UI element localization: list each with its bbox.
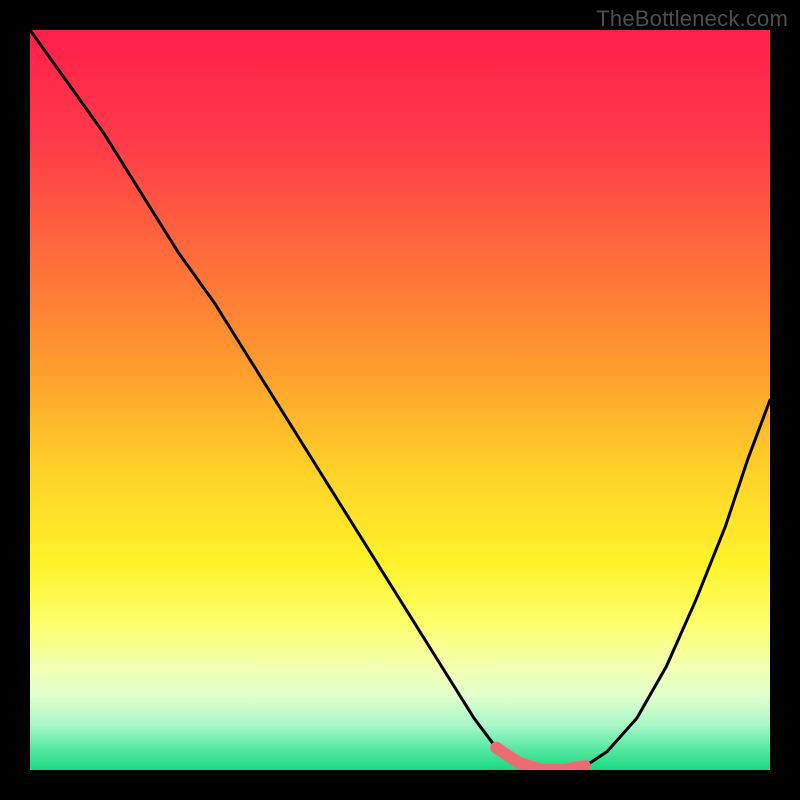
watermark-text: TheBottleneck.com <box>596 6 788 32</box>
chart-frame: TheBottleneck.com <box>0 0 800 800</box>
valley-highlight <box>496 748 585 770</box>
bottleneck-curve-svg <box>30 30 770 770</box>
plot-area <box>30 30 770 770</box>
bottleneck-curve <box>30 30 770 770</box>
